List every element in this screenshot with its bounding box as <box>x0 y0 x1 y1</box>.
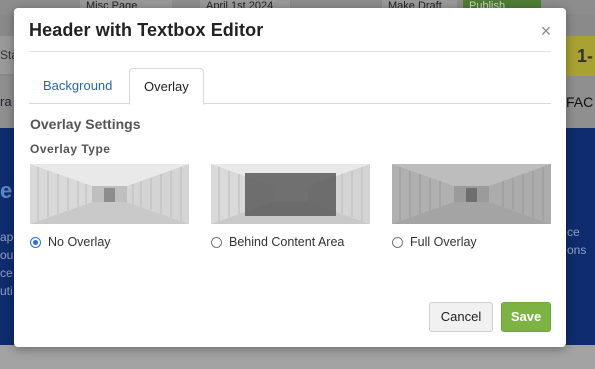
behind-content-preview-image[interactable] <box>211 164 370 224</box>
behind-content-radio[interactable] <box>211 236 222 248</box>
background-hero-heading: e <box>0 178 13 203</box>
no-overlay-option[interactable]: No Overlay <box>30 234 111 250</box>
background-footer <box>0 345 595 369</box>
no-overlay-radio[interactable] <box>30 236 41 248</box>
background-hero-left-line: ou <box>0 248 14 262</box>
background-hero-right-line: ce <box>567 225 580 239</box>
background-hero-left-line: ap <box>0 230 14 244</box>
corridor-image <box>392 164 551 224</box>
corridor-image <box>30 164 189 224</box>
tab-background[interactable]: Background <box>29 68 126 104</box>
background-hero-right-line: ons <box>567 243 587 257</box>
background-hero-right-text: ce ons <box>567 223 595 259</box>
header-textbox-editor-dialog: Header with Textbox Editor × Background … <box>14 8 566 347</box>
background-hero-left-text: ap ou ce uti <box>0 228 14 300</box>
save-button[interactable]: Save <box>501 302 551 332</box>
background-nav-right: FAC <box>566 94 594 110</box>
background-hero-left-line: uti <box>0 284 13 298</box>
section-title: Overlay Settings <box>30 116 141 132</box>
tab-overlay[interactable]: Overlay <box>129 68 204 105</box>
background-nav-left: ra <box>0 94 12 109</box>
divider <box>29 51 551 52</box>
full-overlay-radio[interactable] <box>392 236 403 248</box>
dialog-title: Header with Textbox Editor <box>29 20 264 40</box>
background-left-strip: Sta <box>0 36 14 74</box>
tab-bar: Background Overlay <box>29 68 551 105</box>
full-overlay-label: Full Overlay <box>410 235 477 249</box>
cancel-button[interactable]: Cancel <box>429 302 493 332</box>
background-right-banner: 1- <box>565 36 595 76</box>
full-overlay-option[interactable]: Full Overlay <box>392 234 477 250</box>
overlay-type-label: Overlay Type <box>30 142 111 156</box>
background-hero-left-line: ce <box>0 266 13 280</box>
corridor-image <box>211 164 370 224</box>
behind-content-option[interactable]: Behind Content Area <box>211 234 344 250</box>
behind-content-label: Behind Content Area <box>229 235 345 249</box>
close-icon[interactable]: × <box>538 22 554 40</box>
no-overlay-label: No Overlay <box>48 235 111 249</box>
full-overlay-preview-image[interactable] <box>392 164 551 224</box>
no-overlay-preview-image[interactable] <box>30 164 189 224</box>
